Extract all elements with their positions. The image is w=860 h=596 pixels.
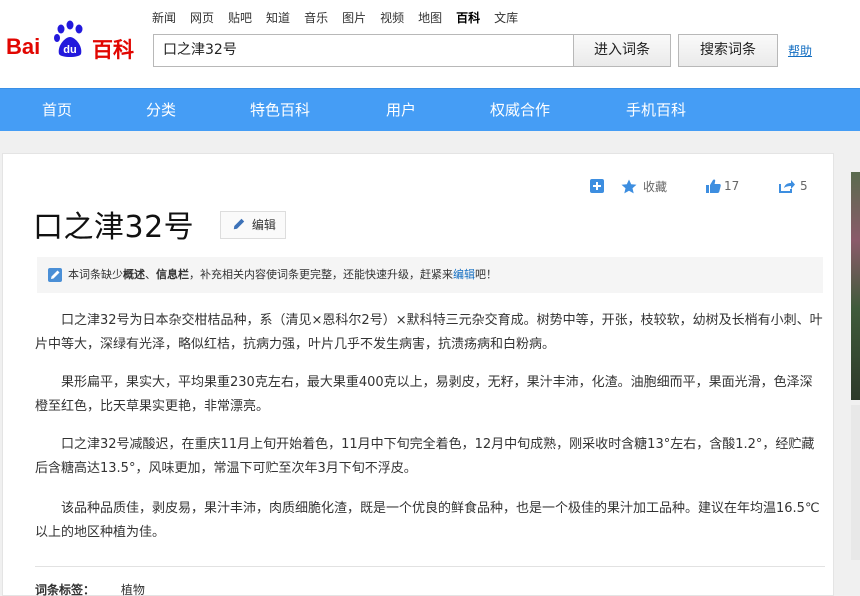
notice-edit-link[interactable]: 编辑	[453, 268, 475, 281]
mainnav-item-users[interactable]: 用户	[386, 89, 416, 132]
paragraph-1: 口之津32号为日本杂交柑桔品种，系（清见×恩科尔2号）×默科特三元杂交育成。树势…	[35, 313, 823, 352]
topnav-item-news[interactable]: 新闻	[152, 9, 176, 27]
notice-item-infobox: 信息栏	[156, 268, 189, 281]
edit-label: 编辑	[251, 218, 276, 232]
entry-tags: 词条标签： 植物	[35, 581, 145, 596]
side-image	[851, 172, 860, 400]
like-count: 17	[724, 179, 740, 193]
side-panel	[851, 405, 860, 560]
help-link[interactable]: 帮助	[788, 42, 812, 59]
enter-entry-button[interactable]: 进入词条	[573, 34, 671, 67]
mainnav-item-mobile[interactable]: 手机百科	[626, 89, 686, 132]
topnav-item-web[interactable]: 网页	[190, 9, 214, 27]
edit-note-icon	[48, 268, 62, 282]
baidu-baike-logo[interactable]: Bai du 百科	[6, 16, 142, 66]
mainnav-item-partners[interactable]: 权威合作	[490, 89, 550, 132]
divider	[35, 566, 825, 567]
share-button[interactable]: 5	[779, 176, 808, 196]
notice-prefix: 本词条缺少	[68, 268, 123, 281]
mainnav-item-featured[interactable]: 特色百科	[250, 89, 310, 132]
paragraph-2: 果形扁平，果实大，平均果重230克左右，最大果重400克以上，易剥皮，无籽，果汁…	[35, 375, 813, 414]
mainnav-item-home[interactable]: 首页	[42, 89, 72, 132]
favorite-label: 收藏	[643, 179, 668, 194]
mainnav-item-categories[interactable]: 分类	[146, 89, 176, 132]
topnav-item-video[interactable]: 视频	[380, 9, 404, 27]
topnav-item-map[interactable]: 地图	[418, 9, 442, 27]
header: Bai du 百科 新闻 网页 贴吧 知道 音乐 图片 视频 地图 百科 文库 …	[0, 0, 860, 88]
logo-text-bai: Bai	[6, 34, 41, 59]
topnav-item-music[interactable]: 音乐	[304, 9, 328, 27]
edit-button[interactable]: 编辑	[220, 211, 286, 239]
star-icon	[621, 179, 637, 193]
plus-square-icon	[590, 179, 604, 193]
search-input[interactable]: 口之津32号	[153, 34, 574, 67]
tags-label: 词条标签：	[35, 583, 96, 596]
topnav-item-wenku[interactable]: 文库	[494, 9, 518, 27]
logo-text-du: du	[63, 44, 76, 56]
thumbs-up-icon	[706, 179, 721, 193]
add-tool[interactable]	[590, 176, 604, 196]
top-nav: 新闻 网页 贴吧 知道 音乐 图片 视频 地图 百科 文库	[152, 9, 532, 27]
notice-suffix: 吧！	[475, 268, 497, 281]
tag-item[interactable]: 植物	[121, 583, 145, 596]
paw-icon: du	[54, 20, 83, 57]
pencil-icon	[233, 218, 245, 230]
incomplete-notice: 本词条缺少概述、信息栏，补充相关内容使词条更完整，还能快速升级，赶紧来编辑吧！	[37, 257, 823, 293]
search-entry-button[interactable]: 搜索词条	[678, 34, 778, 67]
notice-middle: ，补充相关内容使词条更完整，还能快速升级，赶紧来	[189, 268, 453, 281]
favorite-button[interactable]: 收藏	[621, 176, 667, 196]
paragraph-4: 该品种品质佳，剥皮易，果汁丰沛，肉质细脆化渣，既是一个优良的鲜食品种，也是一个极…	[35, 501, 820, 540]
logo-text-baike: 百科	[92, 39, 134, 62]
share-count: 5	[800, 179, 808, 193]
topnav-item-baike[interactable]: 百科	[456, 9, 480, 27]
entry-title: 口之津32号	[33, 210, 195, 245]
entry-card: 收藏 17 5 口之津32号 编辑 本词条缺少概述、信息栏，补充相关内容使词条更…	[2, 153, 834, 596]
topnav-item-tieba[interactable]: 贴吧	[228, 9, 252, 27]
paragraph-3: 口之津32号减酸迟，在重庆11月上旬开始着色，11月中下旬完全着色，12月中旬成…	[35, 437, 815, 476]
topnav-item-zhidao[interactable]: 知道	[266, 9, 290, 27]
topnav-item-images[interactable]: 图片	[342, 9, 366, 27]
notice-separator: 、	[145, 268, 156, 281]
notice-item-summary: 概述	[123, 268, 145, 281]
like-button[interactable]: 17	[706, 176, 739, 196]
main-nav: 首页 分类 特色百科 用户 权威合作 手机百科	[0, 88, 860, 131]
share-icon	[779, 180, 795, 193]
